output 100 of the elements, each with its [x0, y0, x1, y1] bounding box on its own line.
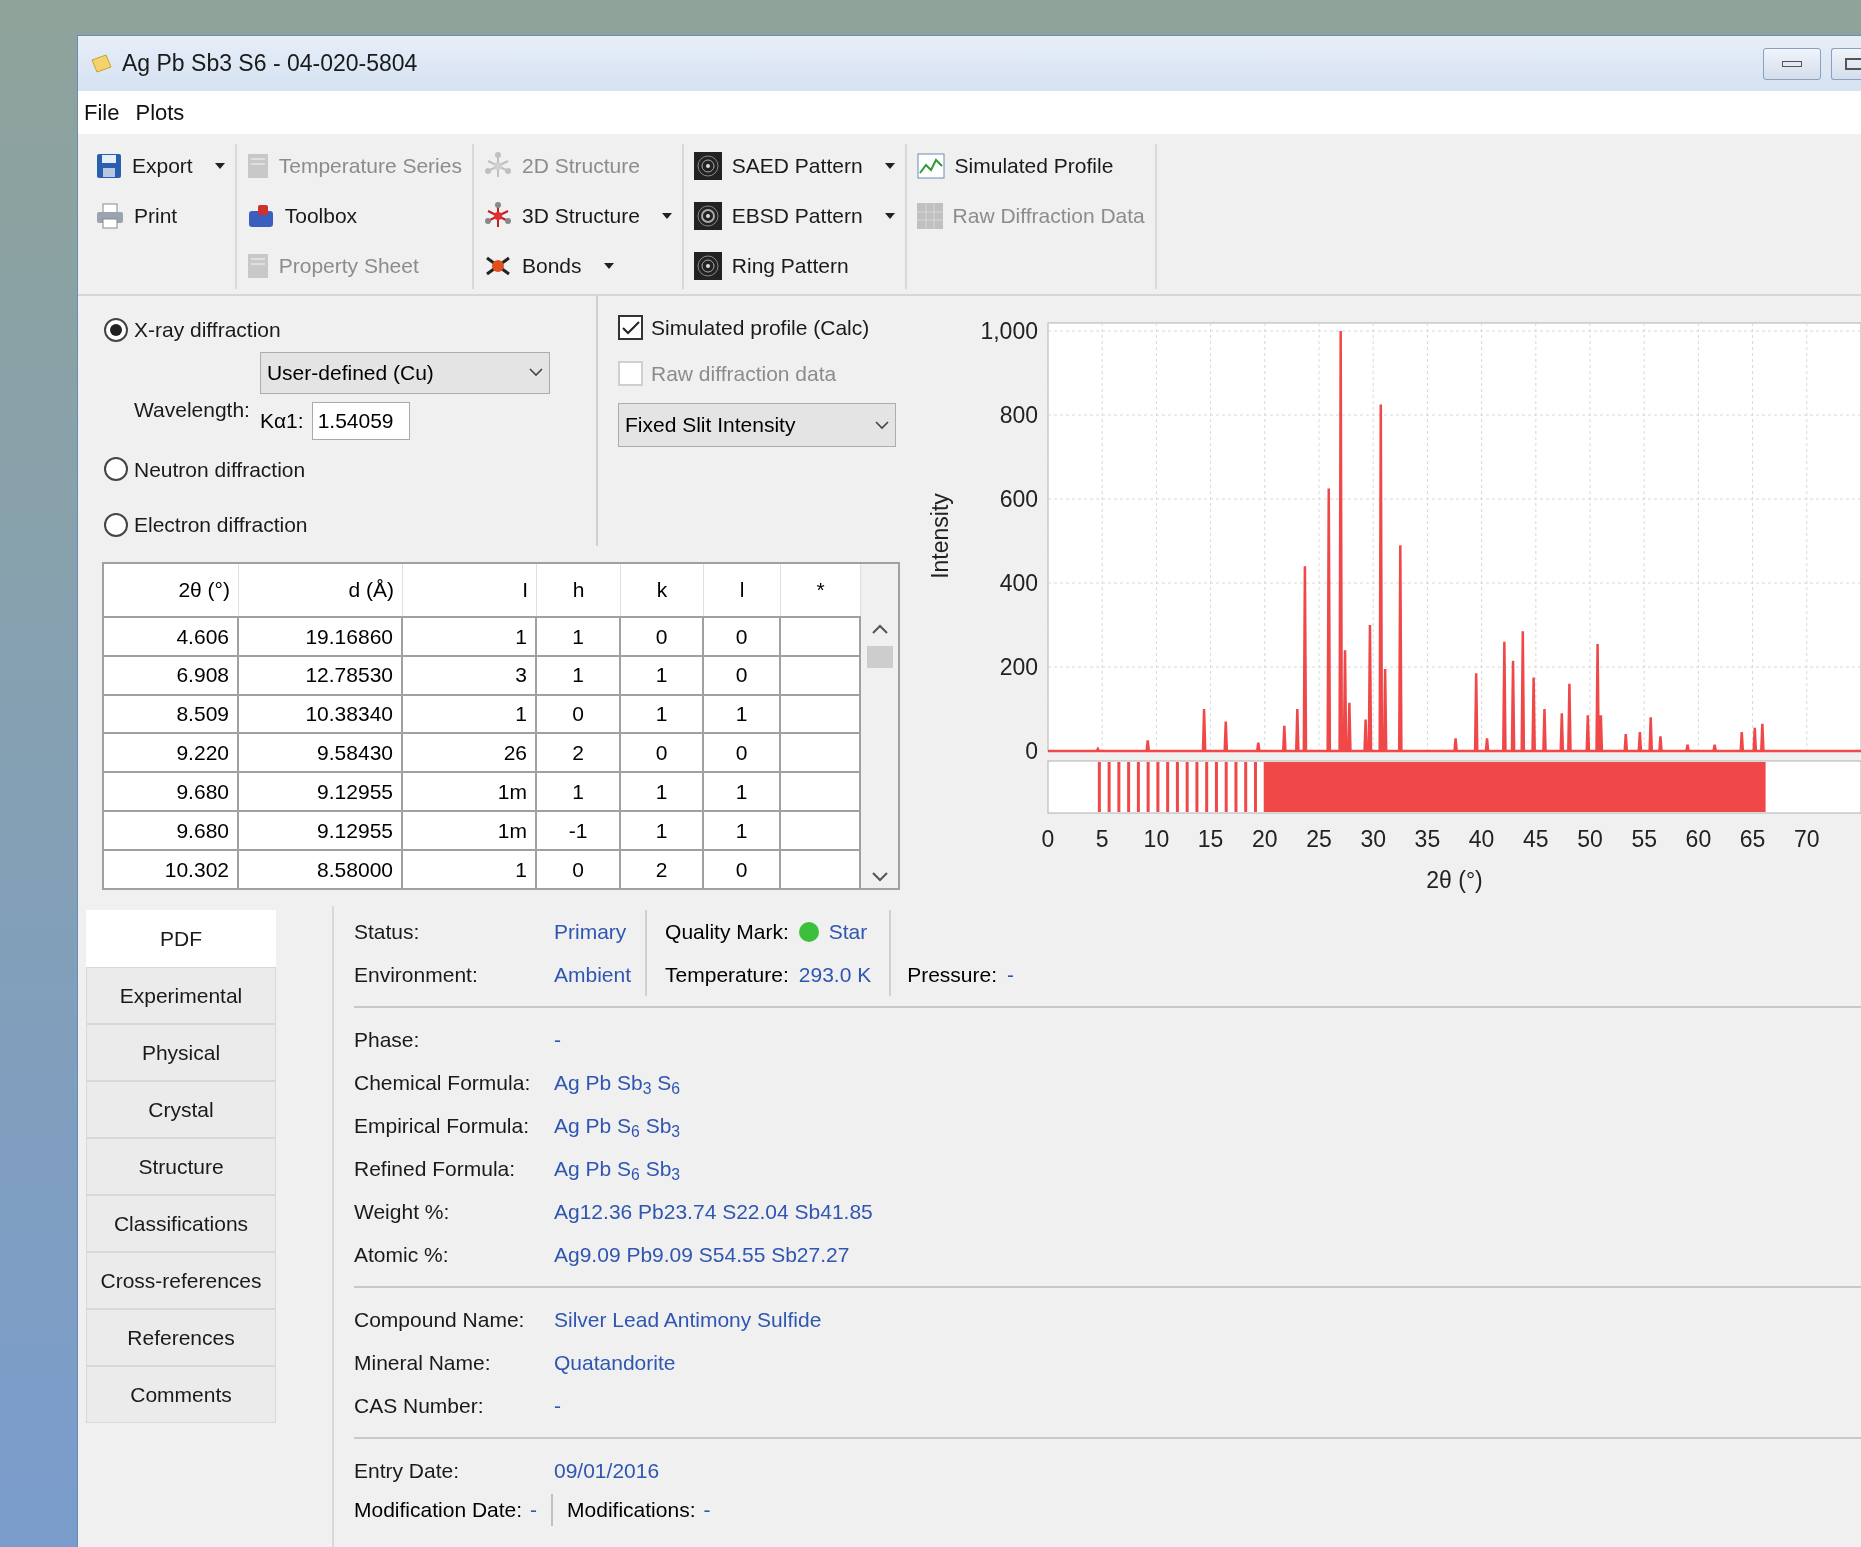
- maximize-button[interactable]: [1831, 47, 1861, 80]
- side-tab[interactable]: Crystal: [86, 1081, 276, 1138]
- column-header[interactable]: 2θ (°): [104, 564, 239, 616]
- grid-icon: [916, 203, 943, 229]
- field-label: Modifications:: [567, 1497, 696, 1524]
- x-tick-label: 20: [1252, 826, 1278, 852]
- table-cell: 9.58430: [239, 734, 403, 772]
- scrollbar[interactable]: [861, 564, 898, 888]
- y-tick-label: 600: [999, 486, 1038, 512]
- minimize-button[interactable]: [1763, 47, 1821, 80]
- side-tab[interactable]: References: [86, 1309, 276, 1366]
- intensity-mode-dropdown[interactable]: Fixed Slit Intensity: [618, 403, 896, 447]
- molecule-icon: [483, 202, 512, 230]
- table-cell: 8.58000: [239, 851, 403, 888]
- side-tab[interactable]: Comments: [86, 1366, 276, 1423]
- table-cell: 0: [537, 851, 621, 888]
- side-tab[interactable]: Experimental: [86, 967, 276, 1024]
- radio-button[interactable]: [104, 317, 128, 342]
- table-cell: 2: [621, 851, 704, 888]
- field-label: Quality Mark:: [665, 918, 789, 945]
- x-tick-label: 25: [1306, 826, 1332, 852]
- field-value: Star: [828, 918, 868, 945]
- table-cell: 1: [621, 773, 704, 811]
- side-tab[interactable]: Cross-references: [86, 1252, 276, 1309]
- y-tick-label: 800: [999, 402, 1038, 428]
- table-cell: 1: [403, 695, 537, 733]
- field-label: Wavelength:: [134, 397, 250, 423]
- field-label: Mineral Name:: [354, 1349, 492, 1376]
- side-tab[interactable]: Classifications: [86, 1195, 276, 1252]
- field-label: Status:: [354, 918, 421, 945]
- table-cell: 10.302: [104, 851, 239, 888]
- x-tick-label: 30: [1360, 826, 1386, 852]
- radio-button[interactable]: [104, 457, 128, 482]
- field-value: -: [554, 1026, 561, 1053]
- caret-icon: [884, 213, 895, 219]
- menu-item[interactable]: File: [84, 96, 120, 129]
- table-cell: 1: [537, 617, 621, 655]
- column-header[interactable]: I: [403, 564, 537, 616]
- column-header[interactable]: d (Å): [239, 564, 403, 616]
- x-tick-label: 10: [1143, 826, 1170, 852]
- scroll-down-icon[interactable]: [871, 872, 888, 882]
- table-cell: 12.78530: [239, 656, 403, 694]
- wavelength-input[interactable]: 1.54059: [311, 401, 410, 440]
- document-icon: [246, 253, 269, 279]
- field-label: Chemical Formula:: [354, 1069, 532, 1096]
- field-label: Temperature:: [665, 961, 789, 988]
- note-icon: [90, 53, 112, 74]
- table-cell: 9.680: [104, 812, 239, 850]
- toolbar-button[interactable]: Toolbox: [246, 194, 462, 238]
- field-value: Ag Pb S$_{6}$ Sb$_{3}$: [554, 1155, 681, 1185]
- radio-label: Electron diffraction: [134, 512, 308, 538]
- toolbar-button[interactable]: Bonds: [483, 244, 672, 288]
- table-cell: 1: [403, 617, 537, 655]
- y-tick-label: 0: [1025, 738, 1038, 764]
- toolbar-button[interactable]: SAED Pattern: [693, 144, 895, 188]
- field-value: -: [530, 1494, 554, 1526]
- chevron-down-icon: [875, 420, 889, 430]
- document-icon: [246, 153, 269, 179]
- y-tick-label: 1,000: [980, 318, 1038, 344]
- scroll-up-icon[interactable]: [871, 624, 888, 634]
- side-tab[interactable]: PDF: [86, 910, 276, 967]
- table-cell: 1: [403, 851, 537, 888]
- x-tick-label: 35: [1414, 826, 1441, 852]
- scrollbar-thumb[interactable]: [866, 646, 893, 668]
- column-header[interactable]: h: [537, 564, 621, 616]
- toolbar-button[interactable]: Print: [96, 194, 225, 238]
- field-label: Empirical Formula:: [354, 1112, 531, 1139]
- toolbar-button[interactable]: Simulated Profile: [916, 144, 1145, 188]
- checkbox[interactable]: [618, 315, 643, 341]
- wavelength-dropdown[interactable]: User-defined (Cu): [259, 351, 550, 394]
- table-cell: 9.12955: [239, 812, 403, 850]
- menu-item[interactable]: Plots: [135, 96, 185, 129]
- side-tab[interactable]: Physical: [86, 1024, 276, 1081]
- table-cell: 26: [403, 734, 537, 772]
- toolbar-button[interactable]: Ring Pattern: [693, 244, 895, 288]
- toolbar-button[interactable]: 3D Structure: [483, 194, 672, 238]
- field-value: Ag12.36 Pb23.74 S22.04 Sb41.85: [554, 1198, 873, 1225]
- field-value: Ag9.09 Pb9.09 S54.55 Sb27.27: [554, 1241, 850, 1268]
- toolbar-button[interactable]: Export: [96, 144, 225, 188]
- field-label: Phase:: [354, 1026, 421, 1053]
- column-header[interactable]: l: [704, 564, 781, 616]
- x-tick-label: 15: [1197, 826, 1224, 852]
- y-axis-title: Intensity: [927, 493, 953, 579]
- line-chart-icon: [916, 153, 945, 179]
- y-tick-label: 400: [999, 570, 1038, 596]
- table-cell: 1: [704, 695, 781, 733]
- y-tick-label: 200: [999, 654, 1038, 680]
- diffraction-pattern-icon: [693, 152, 722, 180]
- toolbar-button[interactable]: EBSD Pattern: [693, 194, 895, 238]
- radio-button[interactable]: [104, 512, 128, 537]
- field-value: 293.0 K: [798, 961, 872, 988]
- field-label: CAS Number:: [354, 1392, 485, 1419]
- table-cell: 1: [704, 773, 781, 811]
- table-cell: 0: [704, 734, 781, 772]
- x-tick-label: 5: [1095, 826, 1109, 852]
- table-cell: 1: [621, 695, 704, 733]
- side-tab[interactable]: Structure: [86, 1138, 276, 1195]
- field-value: Ambient: [554, 961, 632, 988]
- table-cell: 10.38340: [239, 695, 403, 733]
- column-header[interactable]: k: [621, 564, 704, 616]
